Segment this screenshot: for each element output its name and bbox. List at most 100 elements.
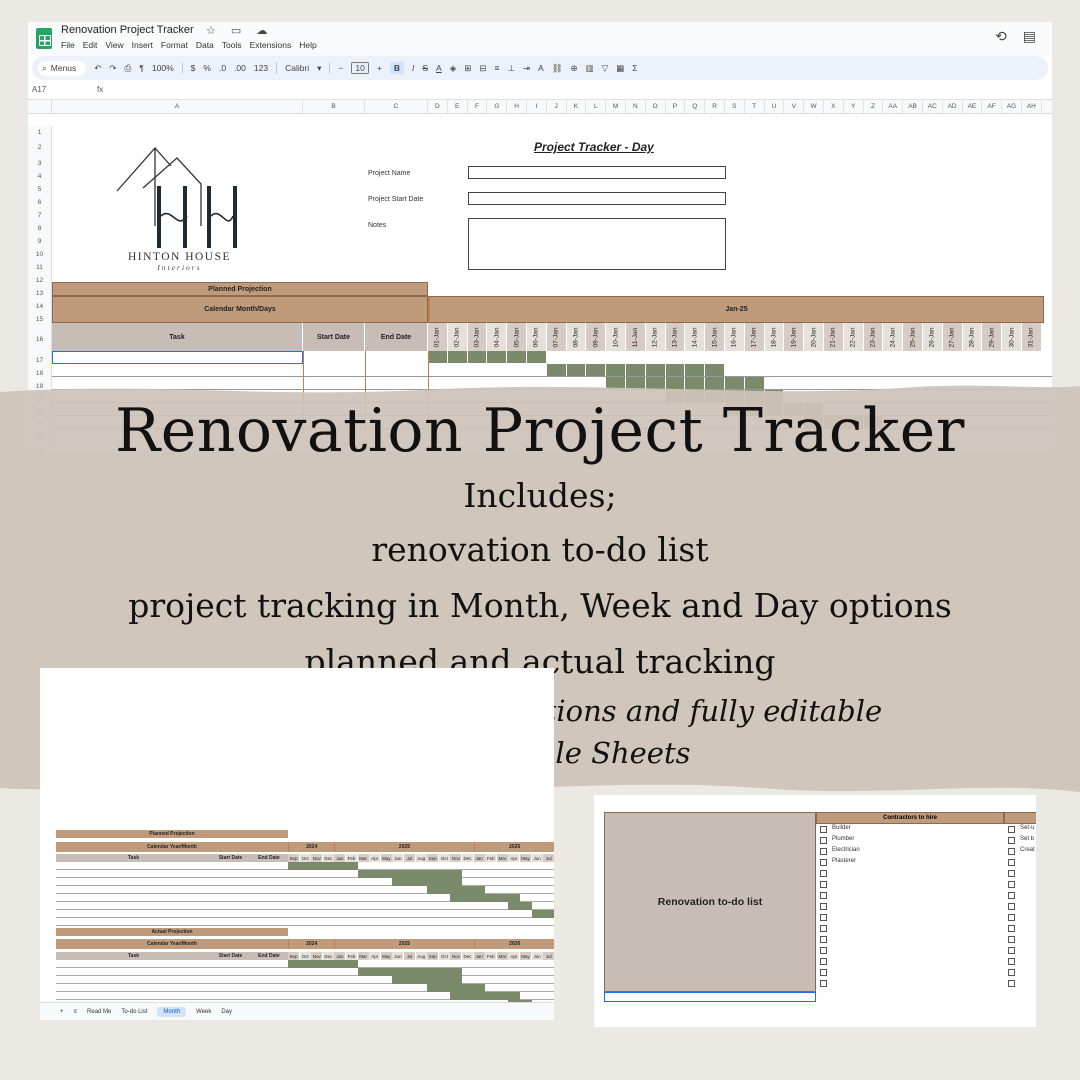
task-checkbox[interactable] xyxy=(1008,958,1015,965)
column-header-x[interactable]: X xyxy=(824,100,844,113)
tab-day[interactable]: Day xyxy=(221,1009,232,1015)
menu-edit[interactable]: Edit xyxy=(83,40,98,50)
font-size-increase[interactable]: + xyxy=(377,63,382,73)
filter-icon[interactable]: ▽ xyxy=(602,63,609,74)
column-header-l[interactable]: L xyxy=(586,100,607,113)
column-header-p[interactable]: P xyxy=(666,100,686,113)
gantt-cell[interactable] xyxy=(705,364,724,376)
contractor-checkbox[interactable] xyxy=(820,903,827,910)
document-title[interactable]: Renovation Project Tracker xyxy=(61,24,194,36)
contractor-checkbox[interactable] xyxy=(820,837,827,844)
strikethrough-button[interactable]: S xyxy=(422,63,428,73)
link-icon[interactable]: ⛓ xyxy=(552,63,563,74)
filter-views-icon[interactable]: ▦ xyxy=(616,63,624,74)
row-header-17[interactable]: 17 xyxy=(28,354,51,367)
task-checkbox[interactable] xyxy=(1008,947,1015,954)
column-header-s[interactable]: S xyxy=(725,100,745,113)
font-select[interactable]: Calibri xyxy=(285,63,309,73)
task-checkbox[interactable] xyxy=(1008,859,1015,866)
menu-format[interactable]: Format xyxy=(161,40,188,50)
row-header-16[interactable]: 16 xyxy=(28,326,51,354)
column-header-g[interactable]: G xyxy=(487,100,508,113)
notes-field[interactable] xyxy=(468,218,726,270)
menu-search[interactable]: ⌕ Menus xyxy=(38,60,87,76)
tab-month[interactable]: Month xyxy=(157,1006,187,1017)
task-checkbox[interactable] xyxy=(1008,870,1015,877)
gantt-cell[interactable] xyxy=(665,364,685,376)
gantt-cell[interactable] xyxy=(507,351,526,363)
row-header-15[interactable]: 15 xyxy=(28,313,51,326)
zoom-select[interactable]: 100% xyxy=(152,63,174,73)
align-horizontal-icon[interactable]: ≡ xyxy=(495,63,500,73)
column-header-z[interactable]: Z xyxy=(864,100,884,113)
column-header-b[interactable]: B xyxy=(303,100,365,113)
sheets-logo-icon[interactable] xyxy=(36,28,52,49)
task-checkbox[interactable] xyxy=(1008,837,1015,844)
column-header-f[interactable]: F xyxy=(468,100,488,113)
name-box[interactable]: A17 xyxy=(32,85,87,94)
gantt-cell[interactable] xyxy=(428,351,447,363)
redo-icon[interactable]: ↷ xyxy=(109,63,116,74)
gantt-cell[interactable] xyxy=(447,351,467,363)
contractor-checkbox[interactable] xyxy=(820,947,827,954)
row-header-8[interactable]: 8 xyxy=(28,222,51,235)
gantt-cell[interactable] xyxy=(566,364,586,376)
column-header-d[interactable]: D xyxy=(428,100,448,113)
thumb-task-row[interactable] xyxy=(56,968,554,976)
text-wrap-icon[interactable]: ⇥ xyxy=(523,63,530,74)
column-header-m[interactable]: M xyxy=(606,100,626,113)
column-header-i[interactable]: I xyxy=(527,100,547,113)
thumb-task-row[interactable] xyxy=(56,902,554,910)
functions-icon[interactable]: Σ xyxy=(632,63,637,73)
gantt-cell[interactable] xyxy=(606,364,625,376)
row-header-1[interactable]: 1 xyxy=(28,126,51,139)
column-header-ad[interactable]: AD xyxy=(943,100,963,113)
tab-read-me[interactable]: Read Me xyxy=(87,1009,111,1015)
contractor-checkbox[interactable] xyxy=(820,870,827,877)
gantt-cell[interactable] xyxy=(645,364,665,376)
menu-insert[interactable]: Insert xyxy=(132,40,153,50)
gantt-cell[interactable] xyxy=(546,364,566,376)
insert-chart-icon[interactable]: ▥ xyxy=(586,63,594,74)
thumb-task-row[interactable] xyxy=(56,976,554,984)
contractor-checkbox[interactable] xyxy=(820,958,827,965)
column-header-k[interactable]: K xyxy=(567,100,587,113)
column-header-j[interactable]: J xyxy=(547,100,567,113)
gantt-cell[interactable] xyxy=(487,351,507,363)
task-checkbox[interactable] xyxy=(1008,892,1015,899)
task-row[interactable] xyxy=(52,351,303,364)
print-icon[interactable]: ⎙ xyxy=(125,63,132,74)
thumb-task-row[interactable] xyxy=(56,918,554,926)
column-header-aa[interactable]: AA xyxy=(883,100,904,113)
column-header-ae[interactable]: AE xyxy=(963,100,983,113)
contractor-checkbox[interactable] xyxy=(820,980,827,987)
contractor-checkbox[interactable] xyxy=(820,914,827,921)
column-header-w[interactable]: W xyxy=(804,100,824,113)
all-sheets-icon[interactable]: ≡ xyxy=(74,1009,78,1015)
thumb-task-row[interactable] xyxy=(56,910,554,918)
task-checkbox[interactable] xyxy=(1008,903,1015,910)
selected-cell[interactable] xyxy=(604,992,816,1002)
row-header-2[interactable]: 2 xyxy=(28,139,51,157)
tab-week[interactable]: Week xyxy=(196,1009,211,1015)
paint-format-icon[interactable]: ¶ xyxy=(139,63,144,73)
gantt-cell[interactable] xyxy=(685,364,705,376)
row-header-13[interactable]: 13 xyxy=(28,287,51,300)
row-header-9[interactable]: 9 xyxy=(28,235,51,248)
undo-icon[interactable]: ↶ xyxy=(94,63,101,74)
text-rotation-icon[interactable]: A xyxy=(538,63,544,73)
column-header-af[interactable]: AF xyxy=(982,100,1003,113)
task-checkbox[interactable] xyxy=(1008,914,1015,921)
row-header-3[interactable]: 3 xyxy=(28,157,51,170)
column-header-n[interactable]: N xyxy=(626,100,646,113)
column-header-ab[interactable]: AB xyxy=(903,100,923,113)
italic-button[interactable]: I xyxy=(412,63,414,73)
project-start-date-field[interactable] xyxy=(468,192,726,205)
column-header-ag[interactable]: AG xyxy=(1002,100,1022,113)
column-header-r[interactable]: R xyxy=(705,100,725,113)
contractor-checkbox[interactable] xyxy=(820,881,827,888)
decrease-decimal-button[interactable]: .0 xyxy=(219,63,226,73)
menu-help[interactable]: Help xyxy=(299,40,316,50)
task-checkbox[interactable] xyxy=(1008,980,1015,987)
task-checkbox[interactable] xyxy=(1008,925,1015,932)
